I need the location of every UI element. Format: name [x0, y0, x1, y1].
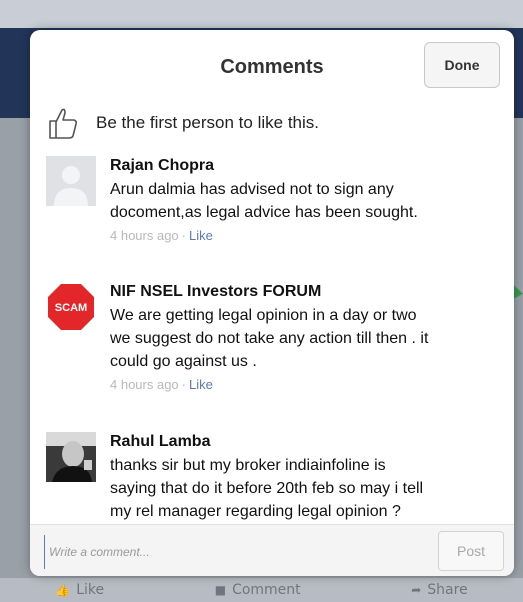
bg-like-label: Like	[76, 582, 105, 598]
comment-timestamp: 4 hours ago	[110, 228, 179, 243]
comment-like-link[interactable]: Like	[189, 377, 213, 392]
scam-label: SCAM	[55, 302, 87, 314]
top-status-bar	[0, 0, 523, 28]
comment-timestamp: 4 hours ago	[110, 377, 179, 392]
profile-photo-icon[interactable]	[46, 432, 96, 482]
comment-meta: 4 hours ago · Like	[110, 377, 506, 392]
bg-comment-label: Comment	[232, 582, 301, 598]
comment-text: thanks sir but my broker indiainfoline i…	[110, 454, 506, 523]
comment-author[interactable]: NIF NSEL Investors FORUM	[110, 282, 506, 302]
share-arrow-icon: ➦	[411, 583, 422, 597]
separator-dot: ·	[181, 377, 187, 392]
comment-icon: ■	[214, 583, 227, 597]
comment-input[interactable]	[44, 535, 415, 569]
comment-line: Arun dalmia has advised not to sign any	[110, 181, 394, 198]
comment-line: thanks sir but my broker indiainfoline i…	[110, 457, 386, 474]
dialog-header: Comments Done	[30, 30, 514, 98]
scam-stop-sign-icon[interactable]: SCAM	[46, 282, 96, 332]
comment-line: my rel manager regarding legal opinion ?	[110, 503, 401, 520]
comment-line: we suggest do not take any action till t…	[110, 330, 429, 347]
comment-body: NIF NSEL Investors FORUM We are getting …	[110, 282, 506, 392]
comment-author[interactable]: Rajan Chopra	[110, 156, 506, 176]
comment-line: saying that do it before 20th feb so may…	[110, 480, 424, 497]
comment-line: docoment,as legal advice has been sought…	[110, 204, 418, 221]
comment-line: could go against us .	[110, 353, 257, 370]
bg-comment-action: ■ Comment	[215, 582, 301, 598]
like-summary: Be the first person to like this.	[48, 106, 319, 140]
separator-dot: ·	[181, 228, 187, 243]
comment-body: Rajan Chopra Arun dalmia has advised not…	[110, 156, 506, 243]
bg-share-label: Share	[427, 582, 468, 598]
comments-dialog: Comments Done Be the first person to lik…	[30, 30, 514, 576]
comment-text: We are getting legal opinion in a day or…	[110, 304, 506, 373]
comment-composer: Post	[30, 524, 514, 576]
comment-like-link[interactable]: Like	[189, 228, 213, 243]
thumbs-up-outline-icon[interactable]	[48, 106, 78, 140]
background-action-bar: 👍 Like ■ Comment ➦ Share	[0, 578, 523, 602]
comment-body: Rahul Lamba thanks sir but my broker ind…	[110, 432, 506, 523]
comment-text: Arun dalmia has advised not to sign any …	[110, 178, 506, 224]
bg-like-action: 👍 Like	[55, 582, 104, 598]
done-button[interactable]: Done	[424, 42, 500, 88]
comment-author[interactable]: Rahul Lamba	[110, 432, 506, 452]
default-avatar-icon[interactable]	[46, 156, 96, 206]
comment-meta: 4 hours ago · Like	[110, 228, 506, 243]
comment-line: We are getting legal opinion in a day or…	[110, 307, 417, 324]
like-prompt-text: Be the first person to like this.	[96, 113, 319, 132]
post-button[interactable]: Post	[438, 531, 504, 571]
thumb-up-icon: 👍	[55, 583, 71, 597]
bg-share-action: ➦ Share	[411, 582, 467, 598]
